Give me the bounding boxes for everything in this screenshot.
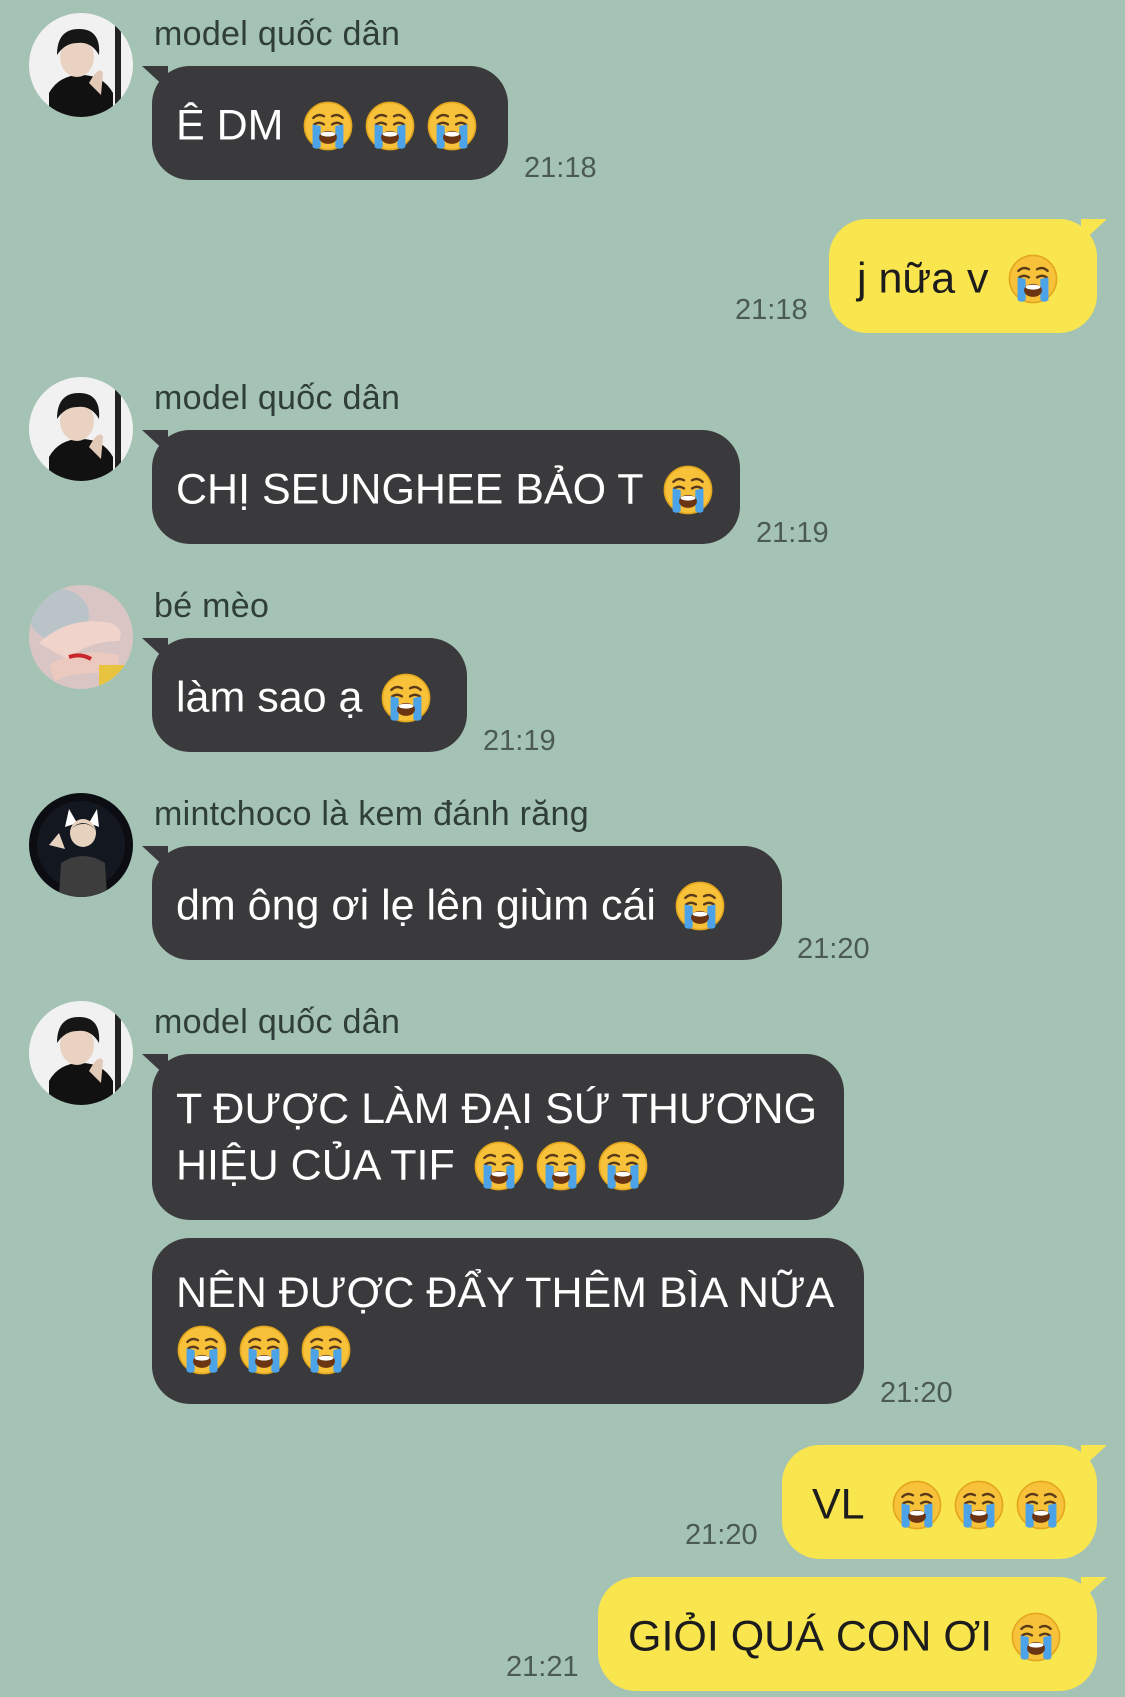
message-text-line: HIỆU CỦA TIF [176,1141,455,1190]
timestamp: 21:20 [685,1519,758,1551]
message-bubble-outgoing[interactable]: GIỎI QUÁ CON ƠI [598,1577,1107,1691]
loudly-crying-face-emoji [473,1140,525,1192]
timestamp: 21:19 [483,725,556,757]
message-text: VL [812,1480,865,1529]
message-bubble[interactable]: CHỊ SEUNGHEE BẢO T [142,430,740,544]
loudly-crying-face-emoji [535,1140,587,1192]
message-text-line: T ĐƯỢC LÀM ĐẠI SỨ THƯƠNG [176,1085,818,1133]
loudly-crying-face-emoji [238,1324,290,1376]
sender-name: model quốc dân [154,15,401,53]
message-bubble[interactable]: Ê DM [142,66,508,180]
timestamp: 21:18 [735,294,808,326]
loudly-crying-face-emoji [302,100,354,152]
sender-name: model quốc dân [154,379,401,417]
message-bubble-outgoing[interactable]: VL [782,1445,1107,1559]
loudly-crying-face-emoji [597,1140,649,1192]
message-text: làm sao ạ [176,673,363,722]
message-text: CHỊ SEUNGHEE BẢO T [176,465,644,514]
timestamp: 21:19 [756,517,829,549]
message-text: GIỎI QUÁ CON ƠI [628,1612,993,1661]
message-bubble[interactable]: T ĐƯỢC LÀM ĐẠI SỨ THƯƠNG HIỆU CỦA TIF [142,1054,844,1220]
timestamp: 21:21 [506,1651,579,1683]
loudly-crying-face-emoji [1010,1611,1062,1663]
loudly-crying-face-emoji [176,1324,228,1376]
sender-name: bé mèo [154,587,270,625]
portrait-boy-avatar[interactable] [29,377,133,481]
loudly-crying-face-emoji [1015,1479,1067,1531]
message-text: j nữa v [857,254,989,303]
loudly-crying-face-emoji [1007,253,1059,305]
loudly-crying-face-emoji [662,464,714,516]
loudly-crying-face-emoji [891,1479,943,1531]
timestamp: 21:20 [880,1377,953,1409]
sender-name: model quốc dân [154,1003,401,1041]
cat-ears-avatar[interactable] [29,793,133,897]
hand-photo-avatar[interactable] [29,585,133,689]
timestamp: 21:20 [797,933,870,965]
loudly-crying-face-emoji [364,100,416,152]
loudly-crying-face-emoji [674,880,726,932]
portrait-boy-avatar[interactable] [29,13,133,117]
message-bubble-outgoing[interactable]: j nữa v [829,219,1107,333]
message-bubble[interactable]: làm sao ạ [142,638,467,752]
loudly-crying-face-emoji [426,100,478,152]
message-text: dm ông ơi lẹ lên giùm cái [176,881,656,930]
timestamp: 21:18 [524,152,597,184]
message-text: Ê DM [176,101,284,150]
sender-name: mintchoco là kem đánh răng [154,795,589,833]
loudly-crying-face-emoji [953,1479,1005,1531]
message-bubble[interactable]: NÊN ĐƯỢC ĐẨY THÊM BÌA NỮA [152,1238,864,1404]
message-bubble[interactable]: dm ông ơi lẹ lên giùm cái [142,846,782,960]
loudly-crying-face-emoji [380,672,432,724]
message-text-line: NÊN ĐƯỢC ĐẨY THÊM BÌA NỮA [176,1269,835,1317]
portrait-boy-avatar[interactable] [29,1001,133,1105]
loudly-crying-face-emoji [300,1324,352,1376]
